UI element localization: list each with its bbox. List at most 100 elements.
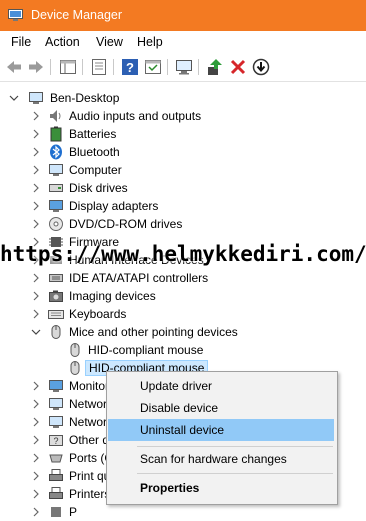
collapsed-chevron-icon[interactable] [30, 200, 42, 212]
display-adapter-icon [49, 200, 63, 212]
tree-item-batteries[interactable]: Batteries [0, 125, 366, 143]
keyboard-icon [48, 310, 64, 319]
collapsed-chevron-icon[interactable] [30, 146, 42, 158]
collapsed-chevron-icon[interactable] [30, 182, 42, 194]
expanded-chevron-icon[interactable] [8, 92, 20, 104]
mouse-icon [70, 361, 80, 375]
tree-item-dvd[interactable]: DVD/CD-ROM drives [0, 215, 366, 233]
show-hide-console-tree-icon[interactable] [58, 57, 78, 77]
tree-item-keyboards[interactable]: Keyboards [0, 305, 366, 323]
menu-properties[interactable]: Properties [108, 477, 334, 499]
processor-icon [51, 507, 61, 517]
bluetooth-icon [50, 144, 62, 160]
menu-uninstall-device[interactable]: Uninstall device [108, 419, 334, 441]
collapsed-chevron-icon[interactable] [30, 290, 42, 302]
forward-arrow-icon[interactable] [26, 57, 46, 77]
menu-item-label: Scan for hardware changes [140, 452, 287, 466]
action-pane-icon[interactable] [143, 57, 163, 77]
tree-item-label: Display adapters [69, 199, 159, 213]
menu-file[interactable]: File [11, 35, 31, 49]
tree-item-label: IDE ATA/ATAPI controllers [69, 271, 209, 285]
collapsed-chevron-icon[interactable] [30, 380, 42, 392]
collapsed-chevron-icon[interactable] [30, 398, 42, 410]
tree-item-display-adapters[interactable]: Display adapters [0, 197, 366, 215]
tree-item-imaging[interactable]: Imaging devices [0, 287, 366, 305]
collapsed-chevron-icon[interactable] [30, 470, 42, 482]
computer-icon [49, 164, 63, 176]
menu-item-label: Properties [140, 481, 200, 495]
svg-text:?: ? [126, 60, 134, 75]
disk-drive-icon [49, 184, 63, 192]
menu-action[interactable]: Action [45, 35, 80, 49]
toolbar-separator [113, 59, 114, 75]
tree-item-ide[interactable]: IDE ATA/ATAPI controllers [0, 269, 366, 287]
network-adapter-icon [49, 398, 63, 410]
svg-text:?: ? [53, 436, 58, 446]
printer-icon [49, 469, 63, 481]
tree-item-hid-mouse-1[interactable]: HID-compliant mouse [0, 341, 366, 359]
menu-disable-device[interactable]: Disable device [108, 397, 334, 419]
toolbar-separator [198, 59, 199, 75]
tree-item-partial[interactable]: P [0, 503, 366, 521]
tree-item-label: Audio inputs and outputs [69, 109, 202, 123]
collapsed-chevron-icon[interactable] [30, 416, 42, 428]
battery-icon [50, 126, 62, 142]
computer-icon [29, 92, 43, 104]
tree-item-label: Disk drives [69, 181, 128, 195]
context-menu: Update driver Disable device Uninstall d… [106, 371, 338, 505]
speaker-icon [50, 110, 61, 122]
menu-separator [137, 473, 333, 474]
collapsed-chevron-icon[interactable] [30, 308, 42, 320]
port-icon [49, 454, 63, 463]
unknown-device-icon: ? [49, 435, 63, 446]
mouse-icon [70, 343, 80, 357]
tree-item-label: Printers [69, 487, 111, 501]
menu-separator [137, 446, 333, 447]
title-bar: Device Manager [0, 0, 366, 31]
collapsed-chevron-icon[interactable] [30, 218, 42, 230]
tree-item-label: Computer [69, 163, 122, 177]
collapsed-chevron-icon[interactable] [30, 488, 42, 500]
menu-update-driver[interactable]: Update driver [108, 375, 334, 397]
mouse-icon [51, 325, 61, 339]
help-icon[interactable]: ? [120, 57, 140, 77]
update-driver-icon[interactable] [205, 57, 225, 77]
properties-icon[interactable] [89, 57, 109, 77]
menu-item-label: Uninstall device [140, 423, 225, 437]
toolbar-separator [167, 59, 168, 75]
menu-bar: File Action View Help [0, 31, 366, 53]
collapsed-chevron-icon[interactable] [30, 128, 42, 140]
tree-root[interactable]: Ben-Desktop [0, 89, 366, 107]
collapsed-chevron-icon[interactable] [30, 434, 42, 446]
device-manager-icon [8, 9, 23, 21]
tree-item-label: Batteries [69, 127, 117, 141]
menu-item-label: Disable device [140, 401, 219, 415]
collapsed-chevron-icon[interactable] [30, 506, 42, 518]
scan-hardware-icon[interactable] [174, 57, 194, 77]
uninstall-x-icon[interactable] [228, 57, 248, 77]
disable-device-icon[interactable] [251, 57, 271, 77]
collapsed-chevron-icon[interactable] [30, 164, 42, 176]
tree-item-computer[interactable]: Computer [0, 161, 366, 179]
collapsed-chevron-icon[interactable] [30, 110, 42, 122]
tree-item-mice[interactable]: Mice and other pointing devices [0, 323, 366, 341]
window-title: Device Manager [31, 8, 123, 22]
tree-item-label: DVD/CD-ROM drives [69, 217, 183, 231]
back-arrow-icon[interactable] [4, 57, 24, 77]
tree-item-label: Bluetooth [69, 145, 120, 159]
tree-item-audio[interactable]: Audio inputs and outputs [0, 107, 366, 125]
expanded-chevron-icon[interactable] [30, 326, 42, 338]
collapsed-chevron-icon[interactable] [30, 452, 42, 464]
printer-icon [49, 487, 63, 499]
network-icon [49, 416, 63, 428]
tree-item-disk-drives[interactable]: Disk drives [0, 179, 366, 197]
menu-scan-hardware[interactable]: Scan for hardware changes [108, 448, 334, 470]
collapsed-chevron-icon[interactable] [30, 272, 42, 284]
tree-root-label: Ben-Desktop [50, 91, 120, 105]
tree-item-bluetooth[interactable]: Bluetooth [0, 143, 366, 161]
toolbar-separator [50, 59, 51, 75]
menu-view[interactable]: View [96, 35, 123, 49]
monitor-icon [49, 380, 63, 392]
tree-item-label: Mice and other pointing devices [69, 325, 238, 339]
menu-help[interactable]: Help [137, 35, 163, 49]
